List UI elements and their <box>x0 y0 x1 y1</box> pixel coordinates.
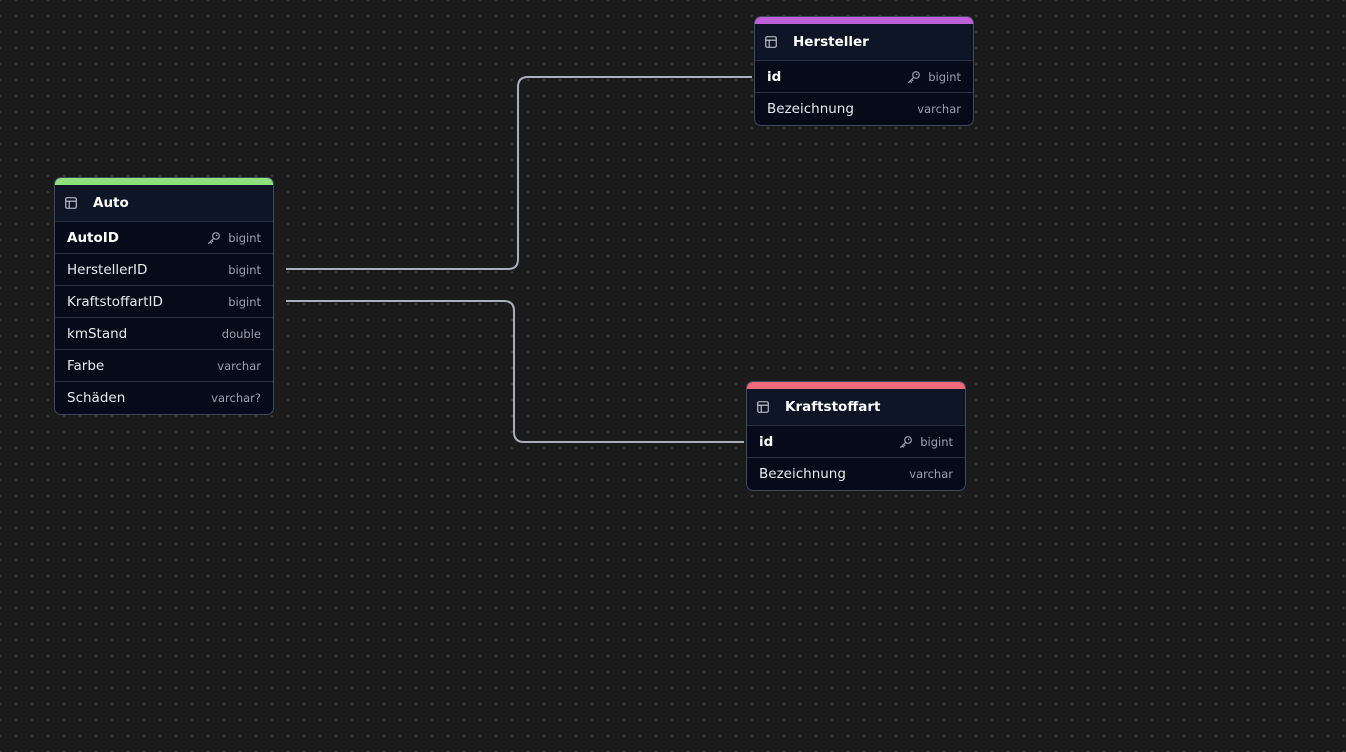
field-name: Bezeichnung <box>767 101 854 117</box>
key-icon <box>900 435 913 448</box>
table-color-bar <box>747 382 965 389</box>
field-name: Farbe <box>67 357 105 374</box>
field-name: Bezeichnung <box>759 466 846 482</box>
field-list: id bigint Bezeichnung varchar <box>747 426 965 490</box>
table-auto[interactable]: Auto AutoID bigint HerstellerID bigint Kraft… <box>54 177 274 415</box>
field-row[interactable]: Schäden varchar? <box>55 382 273 414</box>
field-row[interactable]: KraftstoffartID bigint <box>55 286 273 318</box>
field-name: AutoID <box>67 229 120 246</box>
field-meta: double <box>222 327 261 341</box>
relationship-auto-kraftstoffart[interactable] <box>286 300 744 443</box>
field-type: bigint <box>228 294 261 309</box>
field-list: id bigint Bezeichnung varchar <box>755 61 973 125</box>
field-type: bigint <box>228 230 261 245</box>
table-icon <box>765 36 777 48</box>
field-meta: varchar <box>217 359 261 373</box>
table-icon <box>757 401 769 413</box>
table-header[interactable]: Auto <box>55 185 273 222</box>
table-header[interactable]: Kraftstoffart <box>747 389 965 426</box>
field-type: varchar <box>909 467 953 481</box>
field-meta: varchar <box>909 467 953 481</box>
table-name: Kraftstoffart <box>785 399 881 415</box>
field-row[interactable]: Bezeichnung varchar <box>747 458 965 490</box>
field-name: id <box>759 433 774 450</box>
table-icon <box>65 197 77 209</box>
field-row[interactable]: AutoID bigint <box>55 222 273 254</box>
field-meta: bigint <box>207 231 261 245</box>
field-name: KraftstoffartID <box>67 293 163 310</box>
table-kraftstoffart[interactable]: Kraftstoffart id bigint Bezeichnung varchar <box>746 381 966 491</box>
field-name: kmStand <box>67 325 128 342</box>
field-meta: varchar <box>917 102 961 116</box>
field-row[interactable]: Bezeichnung varchar <box>755 93 973 125</box>
table-header[interactable]: Hersteller <box>755 24 973 61</box>
field-meta: bigint <box>228 295 261 309</box>
field-row[interactable]: id bigint <box>755 61 973 93</box>
field-name: HerstellerID <box>67 261 148 278</box>
field-meta: bigint <box>899 435 953 449</box>
field-type: bigint <box>920 434 953 449</box>
key-icon <box>208 231 221 244</box>
field-row[interactable]: Farbe varchar <box>55 350 273 382</box>
field-meta: varchar? <box>211 391 261 405</box>
table-color-bar <box>55 178 273 185</box>
field-list: AutoID bigint HerstellerID bigint Kraftstoff… <box>55 222 273 414</box>
field-name: Schäden <box>67 390 126 406</box>
field-type: varchar <box>917 102 961 116</box>
field-type: varchar <box>217 358 261 373</box>
field-type: varchar? <box>211 391 261 405</box>
field-row[interactable]: id bigint <box>747 426 965 458</box>
table-color-bar <box>755 17 973 24</box>
table-name: Hersteller <box>793 34 869 50</box>
key-icon <box>908 70 921 83</box>
field-name: id <box>767 68 782 85</box>
field-row[interactable]: HerstellerID bigint <box>55 254 273 286</box>
field-type: bigint <box>228 262 261 277</box>
table-name: Auto <box>93 195 129 211</box>
relationship-auto-hersteller[interactable] <box>286 76 752 270</box>
diagram-canvas[interactable]: Auto AutoID bigint HerstellerID bigint Kraft… <box>0 0 1346 752</box>
table-hersteller[interactable]: Hersteller id bigint Bezeichnung varchar <box>754 16 974 126</box>
field-meta: bigint <box>228 263 261 277</box>
field-type: bigint <box>928 69 961 84</box>
field-meta: bigint <box>907 70 961 84</box>
field-row[interactable]: kmStand double <box>55 318 273 350</box>
field-type: double <box>221 326 261 341</box>
